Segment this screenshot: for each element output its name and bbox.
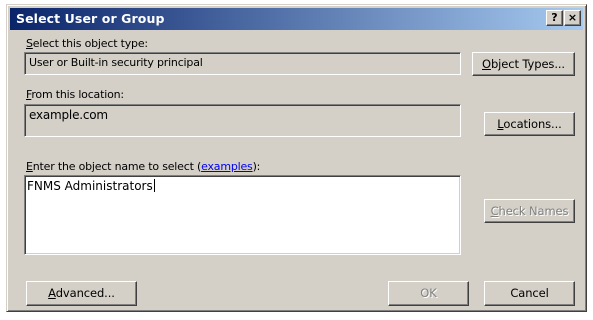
object-type-value: User or Built-in security principal <box>29 56 203 69</box>
title-bar[interactable]: Select User or Group ? × <box>10 8 583 30</box>
help-button[interactable]: ? <box>546 10 563 26</box>
locations-button[interactable]: Locations... <box>484 112 575 136</box>
ok-button[interactable]: OK <box>388 281 469 306</box>
close-button[interactable]: × <box>564 10 581 26</box>
examples-link[interactable]: examples <box>201 160 253 173</box>
dialog-title: Select User or Group <box>16 11 165 26</box>
check-names-button[interactable]: Check Names <box>484 199 575 223</box>
object-type-label: Select this object type: <box>26 37 148 50</box>
cancel-button[interactable]: Cancel <box>484 281 575 306</box>
help-icon: ? <box>551 11 558 24</box>
object-name-input[interactable]: FNMS Administrators <box>24 175 461 255</box>
close-icon: × <box>567 11 578 24</box>
object-types-button[interactable]: Object Types... <box>472 52 575 76</box>
text-caret <box>153 179 155 192</box>
location-field: example.com <box>24 104 461 137</box>
select-user-or-group-dialog: Select User or Group ? × Select this obj… <box>6 4 587 312</box>
object-type-field: User or Built-in security principal <box>24 52 461 75</box>
object-name-label: Enter the object name to select (example… <box>26 160 261 173</box>
location-label: From this location: <box>26 88 124 101</box>
location-value: example.com <box>29 108 108 122</box>
advanced-button[interactable]: Advanced... <box>26 281 137 306</box>
object-name-value: FNMS Administrators <box>27 179 153 193</box>
